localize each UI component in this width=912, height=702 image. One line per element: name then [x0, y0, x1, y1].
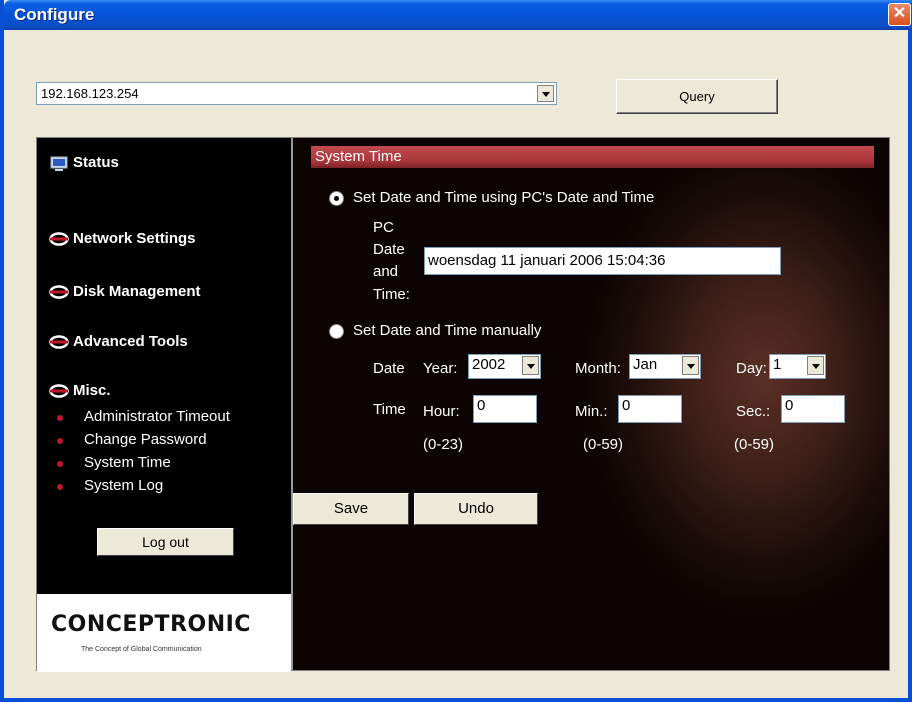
sec-input[interactable]: 0 — [781, 395, 845, 423]
query-button[interactable]: Query — [616, 79, 778, 114]
sidebar-item-disk[interactable]: Disk Management — [49, 283, 201, 300]
ip-address-value: 192.168.123.254 — [41, 86, 139, 101]
hour-range: (0-23) — [423, 436, 464, 453]
min-label: Min.: — [575, 403, 608, 420]
arrow-icon — [49, 384, 69, 398]
month-select[interactable]: Jan — [629, 354, 701, 379]
sidebar-item-network[interactable]: Network Settings — [49, 230, 196, 247]
hour-label: Hour: — [423, 403, 460, 420]
month-label: Month: — [575, 360, 621, 377]
chevron-down-icon[interactable] — [522, 356, 539, 375]
time-label: Time — [373, 401, 406, 418]
conceptronic-logo: CONCEPTRONIC The Concept of Global Commu… — [37, 594, 291, 672]
title-bar[interactable]: Configure ✕ — [4, 0, 912, 30]
chevron-down-icon[interactable] — [682, 356, 699, 375]
day-label: Day: — [736, 360, 767, 377]
close-icon: ✕ — [892, 5, 907, 22]
min-range: (0-59) — [583, 436, 624, 453]
pc-label-line2: Date — [373, 241, 405, 258]
option-manual-label: Set Date and Time manually — [353, 322, 542, 339]
system-time-page: System Time Set Date and Time using PC's… — [293, 138, 889, 670]
radio-manual-time[interactable] — [329, 324, 344, 339]
sec-range: (0-59) — [734, 436, 775, 453]
pc-datetime-field[interactable]: woensdag 11 januari 2006 15:04:36 — [424, 247, 781, 275]
advanced-label: Advanced Tools — [73, 333, 188, 350]
year-select[interactable]: 2002 — [468, 354, 541, 379]
pc-label-line3: and — [373, 263, 399, 280]
network-label: Network Settings — [73, 230, 196, 247]
close-button[interactable]: ✕ — [888, 3, 911, 26]
sidebar-item-advanced[interactable]: Advanced Tools — [49, 333, 188, 350]
disk-label: Disk Management — [73, 283, 201, 300]
monitor-icon — [49, 156, 69, 172]
configure-window: Configure ✕ 192.168.123.254 Query Status… — [0, 0, 912, 702]
pc-label-line1: PC — [373, 219, 394, 236]
sidebar-item-status[interactable]: Status — [49, 154, 119, 172]
sidebar-item-admin-timeout[interactable]: Administrator Timeout — [57, 408, 230, 425]
arrow-icon — [49, 335, 69, 349]
ip-address-combobox[interactable]: 192.168.123.254 — [36, 82, 557, 105]
arrow-icon — [49, 232, 69, 246]
pc-label-line4: Time: — [373, 286, 410, 303]
status-label: Status — [73, 154, 119, 171]
section-title: System Time — [311, 146, 874, 168]
sidebar-item-system-time[interactable]: System Time — [57, 454, 171, 471]
chevron-down-icon[interactable] — [807, 356, 824, 375]
save-button[interactable]: Save — [293, 493, 409, 525]
arrow-icon — [49, 285, 69, 299]
sidebar-item-system-log[interactable]: System Log — [56, 477, 163, 494]
undo-button[interactable]: Undo — [414, 493, 538, 525]
min-input[interactable]: 0 — [618, 395, 682, 423]
day-select[interactable]: 1 — [769, 354, 826, 379]
misc-label: Misc. — [73, 382, 111, 399]
chevron-down-icon[interactable] — [537, 85, 554, 102]
sec-label: Sec.: — [736, 403, 771, 420]
year-label: Year: — [423, 360, 458, 377]
date-label: Date — [373, 360, 405, 377]
option-pc-time-label: Set Date and Time using PC's Date and Ti… — [353, 189, 655, 206]
radio-pc-time[interactable] — [329, 191, 344, 206]
sidebar-item-change-password[interactable]: Change Password — [57, 431, 207, 448]
window-title: Configure — [14, 5, 95, 24]
hour-input[interactable]: 0 — [473, 395, 537, 423]
config-panel: Status Network Settings Disk Management … — [36, 137, 890, 672]
sidebar-item-misc[interactable]: Misc. — [49, 382, 111, 399]
logout-button[interactable]: Log out — [97, 528, 234, 556]
sidebar: Status Network Settings Disk Management … — [37, 138, 293, 672]
